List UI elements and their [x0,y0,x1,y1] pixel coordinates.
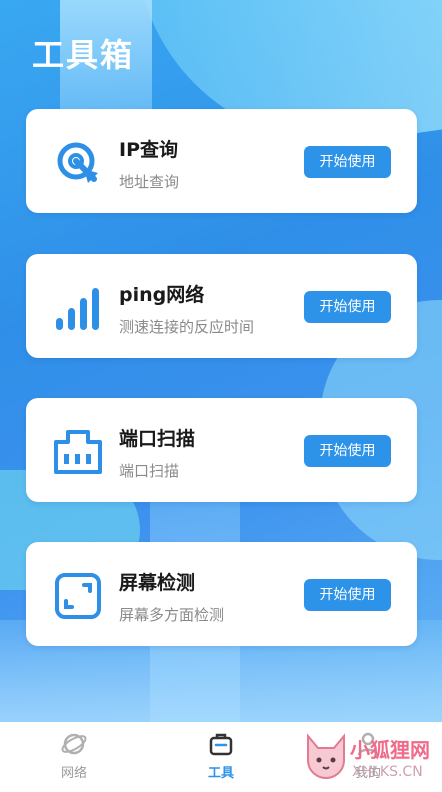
tab-label: 网络 [60,766,87,781]
page-title: 工具箱 [32,36,135,74]
tool-subtitle: 地址查询 [119,173,180,191]
tool-subtitle: 屏幕多方面检测 [119,606,225,624]
tool-title: ping网络 [119,284,205,306]
tool-subtitle: 端口扫描 [119,462,180,480]
watermark: 小狐狸网 XHLKS.CN [300,728,442,788]
toolbox-icon [209,733,233,756]
signal-bars-icon [56,288,99,330]
tool-card-port[interactable]: 端口扫描 端口扫描 开始使用 [26,398,417,502]
ip-search-icon [57,142,98,183]
tool-subtitle: 测速连接的反应时间 [119,318,255,336]
tool-card-screen[interactable]: 屏幕检测 屏幕多方面检测 开始使用 [26,542,417,646]
tab-tools[interactable]: 工具 [181,730,261,781]
screen-frame-icon [55,573,101,619]
tools-screen: 工具箱 IP查询 地址查询 开始使用 ping网络 测速连接的反应时间 开始使用 [0,0,442,792]
start-button[interactable]: 开始使用 [304,146,391,178]
start-button[interactable]: 开始使用 [304,435,391,467]
tool-card-ip[interactable]: IP查询 地址查询 开始使用 [26,109,417,213]
globe-icon [61,733,87,755]
tab-network[interactable]: 网络 [34,730,114,781]
watermark-sub: XHLKS.CN [352,764,423,780]
tool-title: IP查询 [119,139,178,161]
start-button[interactable]: 开始使用 [304,579,391,611]
tool-title: 端口扫描 [119,428,196,450]
start-button[interactable]: 开始使用 [304,291,391,323]
watermark-text: 小狐狸网 [350,738,430,762]
port-icon [54,430,102,474]
fox-logo-icon [307,733,345,780]
tab-label: 工具 [207,766,234,781]
tool-card-ping[interactable]: ping网络 测速连接的反应时间 开始使用 [26,254,417,358]
tool-title: 屏幕检测 [119,572,196,594]
